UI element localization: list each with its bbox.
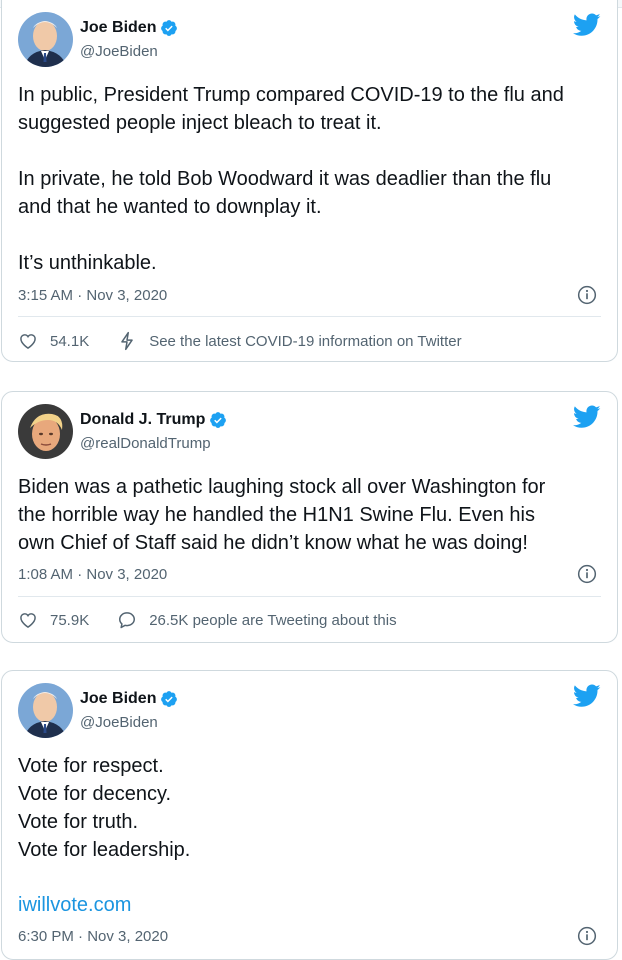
tweet-text: Vote for respect. Vote for decency. Vote… xyxy=(18,755,191,861)
author-row: Joe Biden xyxy=(80,19,178,37)
like-button[interactable]: 75.9K xyxy=(18,610,89,630)
heart-icon xyxy=(20,334,36,349)
verified-badge-icon xyxy=(210,412,227,428)
tweet-actions: 54.1K See the latest COVID-19 informatio… xyxy=(18,331,462,351)
avatar[interactable] xyxy=(18,683,73,738)
chat-bubble-icon xyxy=(119,612,136,629)
avatar[interactable] xyxy=(18,12,73,67)
author-handle[interactable]: @JoeBiden xyxy=(80,714,158,731)
conversation-link[interactable]: 26.5K people are Tweeting about this xyxy=(117,610,397,630)
divider xyxy=(18,316,601,317)
covid-info-text: See the latest COVID-19 information on T… xyxy=(149,332,462,350)
tweet-link[interactable]: iwillvote.com xyxy=(18,891,601,919)
like-count: 75.9K xyxy=(50,611,90,629)
author-handle[interactable]: @realDonaldTrump xyxy=(80,435,211,452)
divider xyxy=(18,596,601,597)
author-name[interactable]: Donald J. Trump xyxy=(80,411,205,429)
author-row: Donald J. Trump xyxy=(80,411,227,429)
like-count: 54.1K xyxy=(50,332,90,350)
author-name[interactable]: Joe Biden xyxy=(80,690,156,708)
info-icon[interactable] xyxy=(577,285,597,305)
covid-info-link[interactable]: See the latest COVID-19 information on T… xyxy=(117,331,462,351)
tweet-text: In public, President Trump compared COVI… xyxy=(18,84,564,274)
info-icon[interactable] xyxy=(577,926,597,946)
tweeting-about-text: 26.5K people are Tweeting about this xyxy=(149,611,397,629)
tweet-card-biden-2[interactable]: Joe Biden @JoeBiden Vote for respect. Vo… xyxy=(1,670,618,960)
avatar[interactable] xyxy=(18,404,73,459)
tweet-card-biden-1[interactable]: Joe Biden @JoeBiden In public, President… xyxy=(1,0,618,362)
tweet-timestamp[interactable]: 3:15 AM · Nov 3, 2020 xyxy=(18,287,167,304)
tweet-timestamp[interactable]: 1:08 AM · Nov 3, 2020 xyxy=(18,566,167,583)
tweet-card-trump[interactable]: Donald J. Trump @realDonaldTrump Biden w… xyxy=(1,391,618,643)
twitter-bird-icon[interactable] xyxy=(573,405,601,429)
verified-badge-icon xyxy=(161,20,178,36)
like-button[interactable]: 54.1K xyxy=(18,331,89,351)
tweet-timestamp[interactable]: 6:30 PM · Nov 3, 2020 xyxy=(18,928,168,945)
author-handle[interactable]: @JoeBiden xyxy=(80,43,158,60)
twitter-bird-icon[interactable] xyxy=(573,684,601,708)
info-icon[interactable] xyxy=(577,564,597,584)
author-row: Joe Biden xyxy=(80,690,178,708)
verified-badge-icon xyxy=(161,691,178,707)
heart-icon xyxy=(20,613,36,628)
author-name[interactable]: Joe Biden xyxy=(80,19,156,37)
tweet-text: Biden was a pathetic laughing stock all … xyxy=(18,476,546,554)
lightning-icon xyxy=(121,331,133,351)
twitter-bird-icon[interactable] xyxy=(573,13,601,37)
tweet-actions: 75.9K 26.5K people are Tweeting about th… xyxy=(18,610,397,630)
